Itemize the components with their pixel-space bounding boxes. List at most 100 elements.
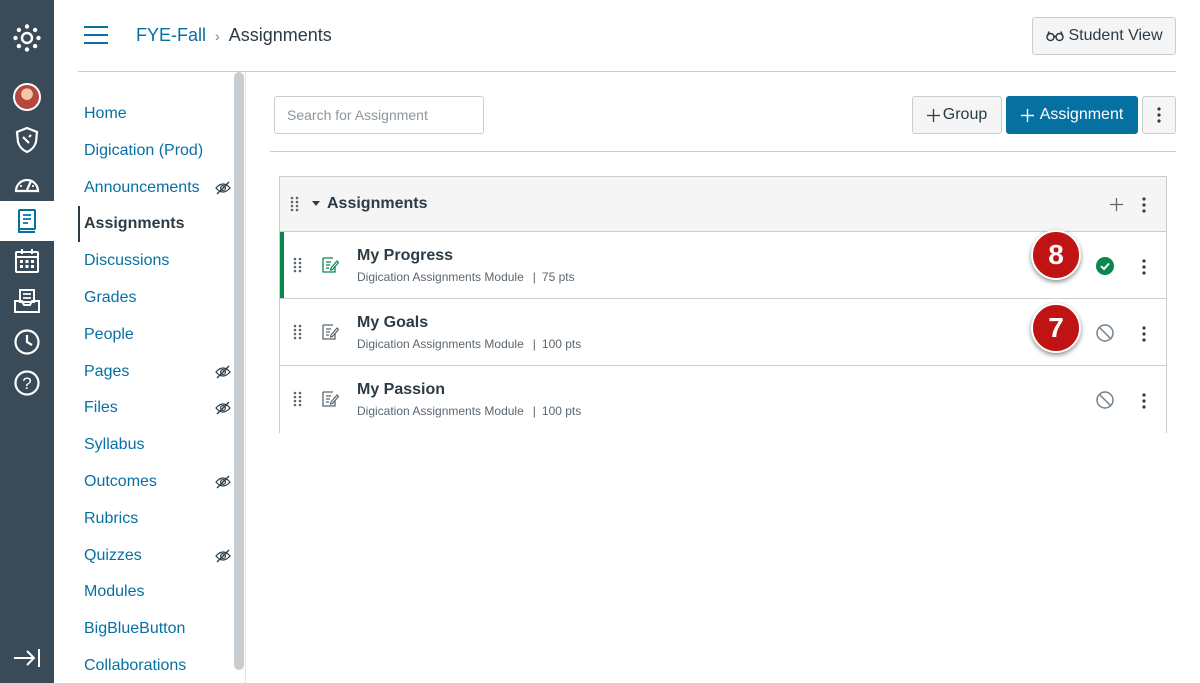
assignment-title-link[interactable]: My Goals — [357, 314, 428, 332]
add-assignment-button[interactable]: Assignment — [1006, 96, 1138, 134]
course-nav-item-bigbluebutton[interactable]: BigBlueButton — [84, 617, 229, 641]
assignment-group-header[interactable]: Assignments — [280, 177, 1166, 232]
assignment-icon — [321, 390, 340, 413]
course-nav-item-outcomes[interactable]: Outcomes — [84, 470, 231, 494]
settings-kebab-button[interactable] — [1142, 96, 1176, 134]
student-view-label: Student View — [1068, 27, 1163, 44]
kebab-icon[interactable] — [1142, 326, 1146, 347]
published-indicator-bar — [280, 232, 284, 298]
collapse-nav-icon[interactable] — [0, 638, 54, 678]
kebab-icon[interactable] — [1142, 259, 1146, 280]
svg-text:?: ? — [22, 374, 31, 393]
course-nav-scrollbar[interactable] — [234, 72, 244, 670]
assignment-group: Assignments My Progress Digication Assign… — [279, 176, 1167, 433]
course-nav-item-syllabus[interactable]: Syllabus — [84, 433, 229, 457]
meta-separator: | — [532, 270, 536, 284]
course-nav-item-collaborations[interactable]: Collaborations — [84, 654, 229, 678]
assignment-points: 100 pts — [541, 337, 582, 351]
student-view-button[interactable]: Student View — [1032, 17, 1176, 55]
help-icon[interactable]: ? — [0, 363, 54, 403]
course-nav-item-announcements[interactable]: Announcements — [84, 176, 231, 200]
course-nav-item-label: Home — [84, 105, 127, 122]
kebab-icon[interactable] — [1142, 197, 1146, 213]
kebab-icon[interactable] — [1142, 393, 1146, 414]
eye-slash-icon — [215, 475, 231, 494]
dashboard-icon[interactable] — [0, 163, 54, 203]
course-nav-item-assignments[interactable]: Assignments — [84, 212, 229, 236]
assignment-title-link[interactable]: My Passion — [357, 381, 445, 399]
course-nav-item-people[interactable]: People — [84, 323, 229, 347]
assignment-module: Digication Assignments Module — [357, 404, 524, 418]
course-nav-item-rubrics[interactable]: Rubrics — [84, 507, 229, 531]
add-group-button[interactable]: Group — [912, 96, 1002, 134]
course-nav-item-label: Outcomes — [84, 473, 157, 490]
assignment-meta: Digication Assignments Module | 75 pts — [357, 270, 575, 284]
course-nav-item-label: Assignments — [84, 215, 185, 233]
course-nav-item-label: Modules — [84, 583, 145, 601]
assignment-row[interactable]: My Passion Digication Assignments Module |… — [280, 366, 1166, 433]
course-nav-item-digication-prod[interactable]: Digication (Prod) — [84, 139, 229, 163]
course-nav-item-pages[interactable]: Pages — [84, 360, 231, 384]
page-header: FYE-Fall › Assignments Student View — [78, 0, 1176, 72]
assignment-points: 100 pts — [541, 404, 582, 418]
course-nav-item-label: Announcements — [84, 178, 200, 196]
published-check-icon[interactable] — [1096, 257, 1114, 280]
canvas-logo-icon[interactable] — [0, 18, 54, 58]
course-nav-item-grades[interactable]: Grades — [84, 286, 229, 310]
drag-handle-icon[interactable] — [290, 196, 299, 212]
drag-handle-icon[interactable] — [293, 257, 302, 278]
plus-icon — [1020, 108, 1034, 122]
assignment-meta: Digication Assignments Module | 100 pts — [357, 337, 581, 351]
drag-handle-icon[interactable] — [293, 324, 302, 345]
assignment-meta: Digication Assignments Module | 100 pts — [357, 404, 581, 418]
inbox-icon[interactable] — [0, 281, 54, 321]
assignment-group-title: Assignments — [327, 195, 428, 212]
search-input[interactable] — [274, 96, 484, 134]
course-nav-item-label: BigBlueButton — [84, 620, 186, 638]
course-nav-item-quizzes[interactable]: Quizzes — [84, 544, 231, 568]
callout-badge: 7 — [1031, 303, 1081, 353]
plus-icon — [926, 108, 940, 122]
course-nav-item-label: Grades — [84, 289, 137, 306]
assignment-icon — [321, 256, 340, 279]
assignment-points: 75 pts — [541, 270, 575, 284]
callout-badge: 8 — [1031, 230, 1081, 280]
course-nav-item-home[interactable]: Home — [84, 102, 229, 126]
course-nav-item-files[interactable]: Files — [84, 396, 231, 420]
chevron-right-icon: › — [215, 27, 220, 44]
glasses-icon — [1045, 31, 1064, 42]
account-avatar[interactable] — [0, 77, 54, 117]
active-indicator — [78, 206, 80, 242]
global-nav: ? — [0, 0, 54, 683]
drag-handle-icon[interactable] — [293, 391, 302, 412]
course-nav-item-modules[interactable]: Modules — [84, 580, 229, 604]
caret-down-icon[interactable] — [312, 201, 320, 207]
unpublished-icon[interactable] — [1096, 391, 1114, 414]
breadcrumb-current: Assignments — [228, 25, 332, 45]
history-icon[interactable] — [0, 322, 54, 362]
kebab-icon — [1157, 107, 1161, 123]
eye-slash-icon — [215, 401, 231, 420]
breadcrumb-course-link[interactable]: FYE-Fall — [136, 25, 206, 46]
course-nav-item-label: Files — [84, 399, 118, 417]
assignment-icon — [321, 323, 340, 346]
toolbar-divider — [270, 151, 1176, 152]
add-group-label: Group — [942, 106, 988, 123]
course-nav-item-discussions[interactable]: Discussions — [84, 249, 229, 273]
course-nav-item-label: Quizzes — [84, 546, 142, 564]
eye-slash-icon — [215, 549, 231, 568]
course-nav-item-label: Pages — [84, 362, 130, 380]
course-nav-item-label: People — [84, 325, 134, 343]
meta-separator: | — [532, 337, 536, 351]
course-nav-item-label: Rubrics — [84, 509, 139, 527]
add-to-group-icon[interactable] — [1110, 198, 1123, 211]
meta-separator: | — [532, 404, 536, 418]
hamburger-menu-icon[interactable] — [84, 26, 108, 46]
add-assignment-label: Assignment — [1039, 106, 1124, 123]
calendar-icon[interactable] — [0, 241, 54, 281]
admin-shield-icon[interactable] — [0, 120, 54, 160]
assignment-title-link[interactable]: My Progress — [357, 247, 453, 265]
course-nav-item-label: Digication (Prod) — [84, 141, 204, 159]
unpublished-icon[interactable] — [1096, 324, 1114, 347]
courses-icon[interactable] — [0, 201, 54, 241]
